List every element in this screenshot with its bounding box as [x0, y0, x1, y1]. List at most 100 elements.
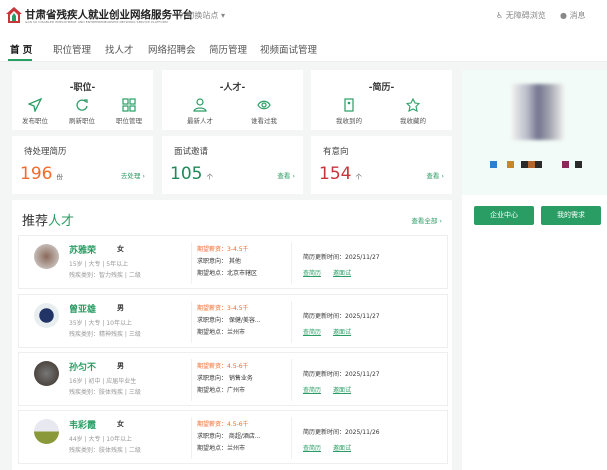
stat-value: 154 [319, 164, 352, 184]
talent-gender: 女 [117, 245, 124, 253]
view-resume-link[interactable]: 查简历 [303, 327, 321, 336]
avatar [34, 419, 59, 444]
received-resumes-button[interactable]: 我收到的 [329, 98, 369, 125]
color-swatch [521, 161, 528, 168]
star-icon [406, 98, 420, 112]
avatar [34, 361, 59, 386]
expected-location: 期望地点：兰州市 [197, 445, 246, 452]
expected-salary: 期望薪资：4.5-6千 [197, 363, 249, 370]
view-link[interactable]: 查看 › [426, 170, 444, 180]
message-icon: ● [560, 11, 567, 20]
brand-subtitle: GAN SU DISABLED EMPLOYMENT AND ENTREPREN… [25, 20, 168, 24]
talent-basic-info: 15岁 | 大专 | 5年以上 [69, 261, 129, 268]
stat-value: 105 [170, 164, 203, 184]
talent-basic-info: 44岁 | 大专 | 10年以上 [69, 436, 132, 443]
pending-resumes-card: 待处理简历 196 份 去处理 › [12, 136, 153, 194]
invite-interview-link[interactable]: 邀面试 [333, 327, 351, 336]
invite-interview-link[interactable]: 邀面试 [333, 443, 351, 452]
refresh-icon [76, 99, 88, 111]
nav-resumes[interactable]: 简历管理 [209, 42, 247, 56]
stat-unit: 个 [206, 173, 213, 181]
stat-label: 有意向 [323, 147, 349, 157]
person-icon [193, 98, 207, 112]
latest-talent-button[interactable]: 最新人才 [180, 98, 220, 125]
avatar [34, 244, 59, 269]
talent-name[interactable]: 苏雅荣 [69, 243, 96, 256]
talent-name[interactable]: 曾亚雄 [69, 302, 96, 315]
grid-icon [122, 98, 136, 112]
divider [291, 359, 292, 401]
talent-row[interactable]: 孙匀不 男 16岁 | 初中 | 应届毕业生 残疾类别：肢体残疾 | 三级 期望… [18, 352, 448, 406]
nav-video-interview[interactable]: 视频面试管理 [260, 42, 317, 56]
stat-unit: 个 [355, 173, 362, 181]
expected-salary: 期望薪资：3-4.5千 [197, 246, 249, 253]
who-viewed-me-button[interactable]: 谁看过我 [244, 98, 284, 125]
job-intent: 求职意向： 商超/酒店... [197, 433, 261, 440]
talent-row[interactable]: 曾亚雄 男 35岁 | 大专 | 10年以上 残疾类别：精神残疾 | 三级 期望… [18, 294, 448, 348]
job-intent: 求职意向： 保健/美容... [197, 317, 261, 324]
talent-row[interactable]: 苏雅荣 女 15岁 | 大专 | 5年以上 残疾类别：智力残疾 | 二级 期望薪… [18, 235, 448, 289]
stat-value: 196 [20, 164, 53, 184]
talent-basic-info: 35岁 | 大专 | 10年以上 [69, 320, 132, 327]
divider [291, 417, 292, 459]
switch-site-dropdown[interactable]: ⚲ 切换站点 ▾ [178, 10, 225, 21]
stat-value-wrap: 196 份 [20, 164, 63, 184]
expected-location: 期望地点：兰州市 [197, 329, 246, 336]
accessibility-link[interactable]: ♿ 无障碍浏览 [496, 10, 546, 21]
section-title: 推荐人才 [22, 210, 74, 229]
title-highlight: 人才 [48, 214, 75, 229]
label: 刷新职位 [69, 117, 95, 125]
post-job-button[interactable]: 发布职位 [15, 98, 55, 125]
view-all-link[interactable]: 查看全部 › [411, 215, 442, 225]
manage-jobs-button[interactable]: 职位管理 [109, 98, 149, 125]
stat-unit: 份 [56, 173, 63, 181]
recommended-talent-section: 推荐人才 查看全部 › 苏雅荣 女 15岁 | 大专 | 5年以上 残疾类别：智… [12, 200, 452, 470]
refresh-job-button[interactable]: 刷新职位 [62, 98, 102, 125]
talent-quick-card: -人才- 最新人才 谁看过我 [162, 70, 303, 130]
color-swatch [562, 161, 569, 168]
resume-updated: 简历更新时间：2025/11/26 [303, 429, 380, 436]
label: 谁看过我 [251, 117, 277, 125]
nav-jobs[interactable]: 职位管理 [53, 42, 91, 56]
resume-updated: 简历更新时间：2025/11/27 [303, 313, 380, 320]
label: 发布职位 [22, 117, 48, 125]
resume-quick-card: -简历- 我收到的 我收藏的 [311, 70, 452, 130]
color-swatch [528, 161, 535, 168]
divider [191, 242, 192, 284]
resume-icon [344, 98, 354, 112]
label: 职位管理 [116, 117, 142, 125]
messages-label: 消息 [569, 11, 586, 20]
nav-talent[interactable]: 找人才 [105, 42, 134, 56]
label: 最新人才 [187, 117, 213, 125]
avatar [34, 303, 59, 328]
job-intent: 求职意向： 销售业务 [197, 375, 253, 382]
link-label: 去处理 [120, 172, 141, 180]
nav-home[interactable]: 首 页 [10, 42, 32, 56]
color-swatch [490, 161, 497, 168]
talent-row[interactable]: 韦彩霞 女 44岁 | 大专 | 10年以上 残疾类别：肢体残疾 | 二级 期望… [18, 410, 448, 464]
jobs-quick-card: -职位- 发布职位 刷新职位 职位管理 [12, 70, 153, 130]
invite-interview-link[interactable]: 邀面试 [333, 268, 351, 277]
label: 我收藏的 [400, 117, 426, 125]
talent-name[interactable]: 孙匀不 [69, 360, 96, 373]
favorite-resumes-button[interactable]: 我收藏的 [393, 98, 433, 125]
link-label: 查看 [426, 172, 440, 180]
view-link[interactable]: 查看 › [277, 170, 295, 180]
process-link[interactable]: 去处理 › [121, 170, 145, 180]
interview-invites-card: 面试邀请 105 个 查看 › [162, 136, 303, 194]
messages-link[interactable]: ● 消息 [560, 10, 586, 21]
talent-disability: 残疾类别：肢体残疾 | 三级 [69, 389, 141, 396]
talent-name[interactable]: 韦彩霞 [69, 418, 96, 431]
label: 我收到的 [336, 117, 362, 125]
view-resume-link[interactable]: 查简历 [303, 385, 321, 394]
view-resume-link[interactable]: 查简历 [303, 443, 321, 452]
expected-location: 期望地点：北京市辖区 [197, 270, 258, 277]
talent-gender: 男 [117, 362, 124, 370]
view-resume-link[interactable]: 查简历 [303, 268, 321, 277]
expected-salary: 期望薪资：3-4.5千 [197, 305, 249, 312]
nav-job-fair[interactable]: 网络招聘会 [148, 42, 196, 56]
link-label: 查看 [277, 172, 291, 180]
company-center-button[interactable]: 企业中心 [474, 206, 534, 225]
invite-interview-link[interactable]: 邀面试 [333, 385, 351, 394]
my-requirements-button[interactable]: 我的需求 [541, 206, 601, 225]
